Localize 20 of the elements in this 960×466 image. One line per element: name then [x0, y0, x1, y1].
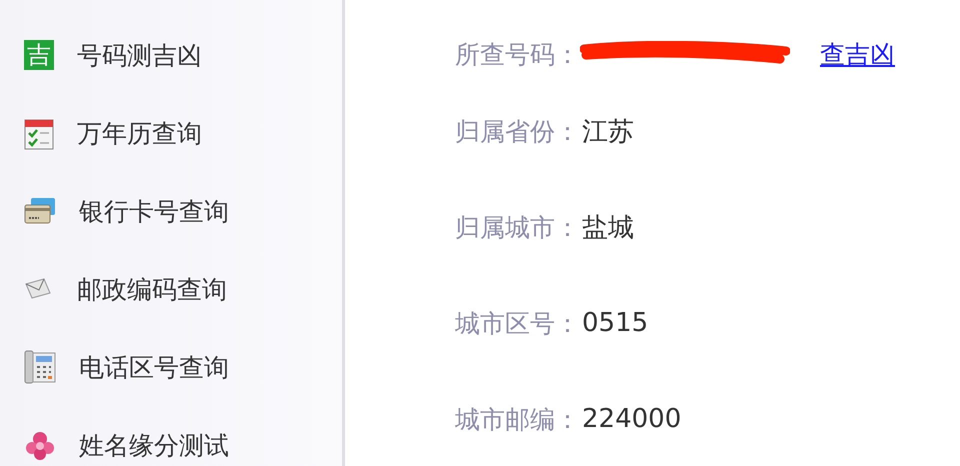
badge-icon: 吉 — [24, 40, 54, 70]
field-label: 归属城市： — [455, 212, 580, 244]
sidebar-item[interactable]: 号码测吉凶 — [77, 38, 202, 72]
sidebar-item[interactable]: 电话区号查询 — [79, 350, 229, 384]
field-value: 江苏 — [582, 116, 634, 148]
telephone-icon — [24, 350, 56, 384]
field-value: 盐城 — [582, 212, 634, 244]
check-link[interactable]: 查吉凶 — [820, 38, 895, 70]
field-label: 所查号码： — [455, 38, 580, 70]
sidebar-item[interactable]: 万年历查询 — [77, 116, 202, 150]
field-label: 归属省份： — [455, 116, 580, 148]
field-label: 城市邮编： — [455, 404, 580, 436]
field-label: 城市区号： — [455, 308, 580, 340]
flower-icon — [24, 429, 56, 461]
sidebar-item[interactable]: 银行卡号查询 — [79, 194, 229, 228]
bank-card-icon — [24, 197, 56, 225]
sidebar-item[interactable]: 邮政编码查询 — [77, 272, 227, 306]
sidebar-item[interactable]: 姓名缘分测试 — [79, 428, 229, 462]
field-value: 224000 — [582, 404, 682, 434]
field-value: 0515 — [582, 308, 648, 338]
